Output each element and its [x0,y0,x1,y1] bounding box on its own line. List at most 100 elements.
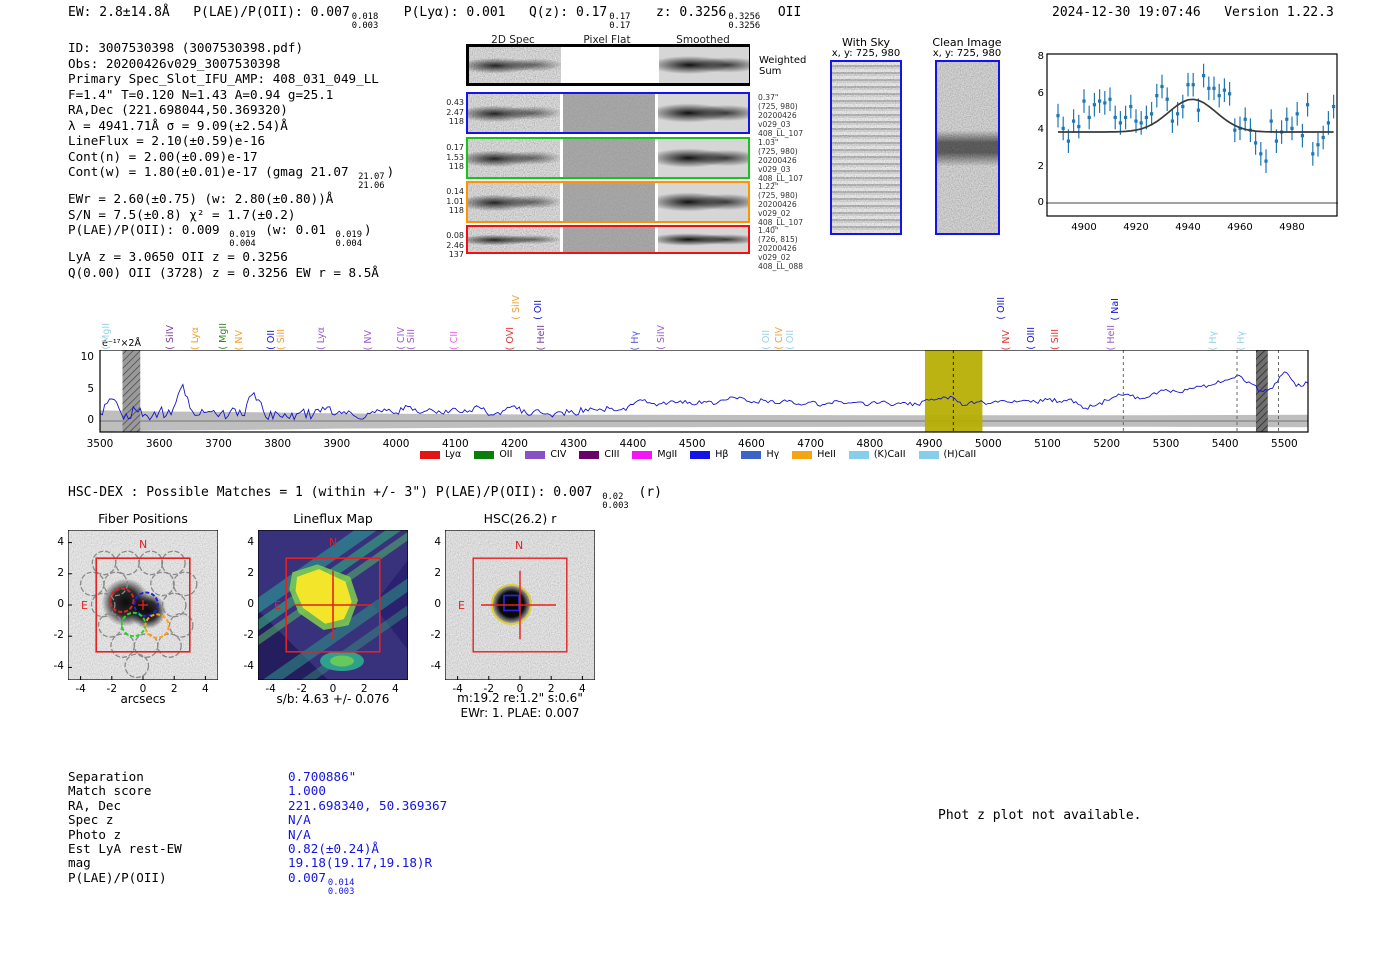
hsc-cutout-title: HSC(26.2) r [483,511,557,526]
main-plot-xtick: 4100 [441,438,469,450]
line-fit-plot: e⁻¹⁷×2Å 0246849004920494049604980 [1032,50,1344,244]
info-line: λ = 4941.71Å σ = 9.09(±2.54)Å [68,117,288,133]
legend-item: OII [474,449,512,460]
legend-swatch [474,450,495,459]
cutout-ytick: 0 [434,598,441,610]
noise-texture [832,62,900,233]
main-plot-ytick: 5 [87,382,94,395]
match-table-row: RA, Dec 221.698340, 50.369367 [68,798,447,813]
match-row-value: 0.007 0.014 0.003 [288,869,355,897]
detection-info-block: ID: 3007530398 (3007530398.pdf) Obs: 2020… [68,40,394,280]
compass-east-label: E [81,599,88,612]
lineflux-map-panel: N E [258,530,408,680]
info-line: Cont(w) = 1.80(±0.01)e-17 (gmag 21.07 21… [68,164,395,191]
compass-east-label: E [458,599,465,612]
legend-swatch [848,450,869,459]
info-line: P(LAE)/P(OII): 0.009 0.019 0.004 (w: 0.01… [68,222,372,249]
match-table-row: Spec z N/A [68,812,447,827]
spec2d-row: 0.14 1.01 118 1.22" (725, 980) 20200426 v029_0… [446,181,803,227]
legend-item: Lyα [420,449,461,460]
main-plot-xtick: 4200 [501,438,528,450]
legend-item: Hγ [741,449,779,460]
header-z-stack: 0.3256 0.3256 [728,12,761,31]
emission-line-label: ( SiII [1050,329,1062,350]
cutout-ytick: -2 [430,629,441,642]
emission-line-label: ( SiIV [656,325,668,350]
main-plot-xtick: 4700 [797,438,824,450]
legend-swatch [918,450,939,459]
main-plot-xtick: 5100 [1034,438,1061,450]
cutout-xtick: 0 [516,683,524,695]
cutout-xtick: 4 [392,683,399,695]
emission-line-label: ( NV [1001,329,1013,350]
match-row-label: Match score [68,783,152,799]
legend-swatch [690,450,711,459]
main-plot-xtick: 3700 [205,438,232,450]
cutout-xtick: 0 [329,683,337,695]
main-plot-xtick: 3900 [323,438,351,450]
legend-label: CIV [550,449,567,460]
cutout-ytick: 2 [57,566,64,579]
spec2d-strip [658,94,748,132]
main-plot-xtick: 4000 [382,438,410,450]
emission-line-label: ( Lyα [315,326,327,350]
emission-line-label: ( HeII [536,324,548,350]
match-table-row: Separation 0.700886" [68,769,447,784]
cutout-ytick: -2 [243,629,254,642]
match-table-row: Match score 1.000 [68,783,447,799]
spec2d-row: 0.43 2.47 118 0.37" (725, 980) 20200426 v029_0… [446,92,803,138]
legend-item: (H)CaII [918,449,976,460]
header-qz-label: Q(z): [528,5,576,20]
lineflux-map-title: Lineflux Map [293,511,373,526]
cutout-ytick: 2 [247,566,254,579]
legend-item: Hβ [690,449,728,460]
emission-line-label: ( Hγ [1208,330,1220,351]
cutout-xtick: -4 [75,683,86,695]
legend-swatch [420,450,440,459]
emission-line-label: ( OIII [1025,327,1037,350]
fiber-positions-panel: N E [68,530,218,680]
main-plot-xtick: 4600 [738,438,765,450]
cutout-ytick: 4 [247,535,254,548]
cutout-ytick: 0 [247,598,254,610]
match-row-value: 0.700886" [288,769,357,784]
header-line-id: OII [777,5,802,20]
cutout-xtick: -2 [296,683,308,695]
fit-plot-ytick: 6 [1037,87,1044,99]
cutout-ytick: -4 [243,660,254,673]
header-summary-line: EW: 2.8±14.8Å P(LAE)/P(OII): 0.007 0.018 0… [68,5,802,31]
fit-plot-ytick: 8 [1037,51,1044,63]
spec2d-row-right-labels: 1.03" (725, 980) 20200426 v029_03 408_LL_107 [758,138,804,183]
emission-line-label: ( OIII [996,297,1008,320]
compass-east-label: E [274,599,281,612]
legend-label: OII [499,449,513,460]
elixer-report-page: { "header": { "ew": "EW: 2.8±14.8Å", "pl… [0,0,1400,953]
legend-label: Lyα [445,449,462,460]
header-ew: EW: 2.8±14.8Å [68,5,170,20]
emission-line-label: ( OVI [504,326,516,350]
cutout-ytick: 4 [57,535,64,548]
spec2d-panel: 2D Spec Pixel Flat Smoothed Weighted Sum 0.43… [446,34,806,271]
spec2d-row-left-labels: 0.43 2.47 118 [446,98,464,126]
main-plot-xtick: 5500 [1271,438,1298,450]
match-row-label: Est LyA rest-EW [68,841,182,857]
emission-line-label: ( Hγ [629,330,641,351]
spec2d-strip [563,94,655,132]
photz-note: Phot z plot not available. [938,808,1142,823]
cutout-xtick: -2 [106,683,118,695]
legend-item: HeII [792,449,836,460]
main-plot-xtick: 5400 [1211,438,1239,450]
match-row-label: Separation [68,769,144,784]
fit-plot-xtick: 4920 [1123,222,1149,233]
emission-line-label: ( SiII [275,329,287,350]
fit-plot-ytick: 4 [1037,124,1044,136]
emission-line-label: ( CII [448,331,460,350]
clean-image-subtitle: x, y: 725, 980 [932,48,1002,59]
spec2d-row-right-labels: Weighted Sum [759,55,807,77]
fit-plot-ytick: 2 [1037,160,1044,172]
compass-north-label: N [139,538,147,551]
info-line: RA,Dec (221.698044,50.369320) [68,102,288,117]
main-plot-xtick: 3800 [264,438,292,450]
spec2d-strip [469,47,561,83]
hsc-dex-text: HSC-DEX : Possible Matches = 1 (within +… [68,485,663,511]
